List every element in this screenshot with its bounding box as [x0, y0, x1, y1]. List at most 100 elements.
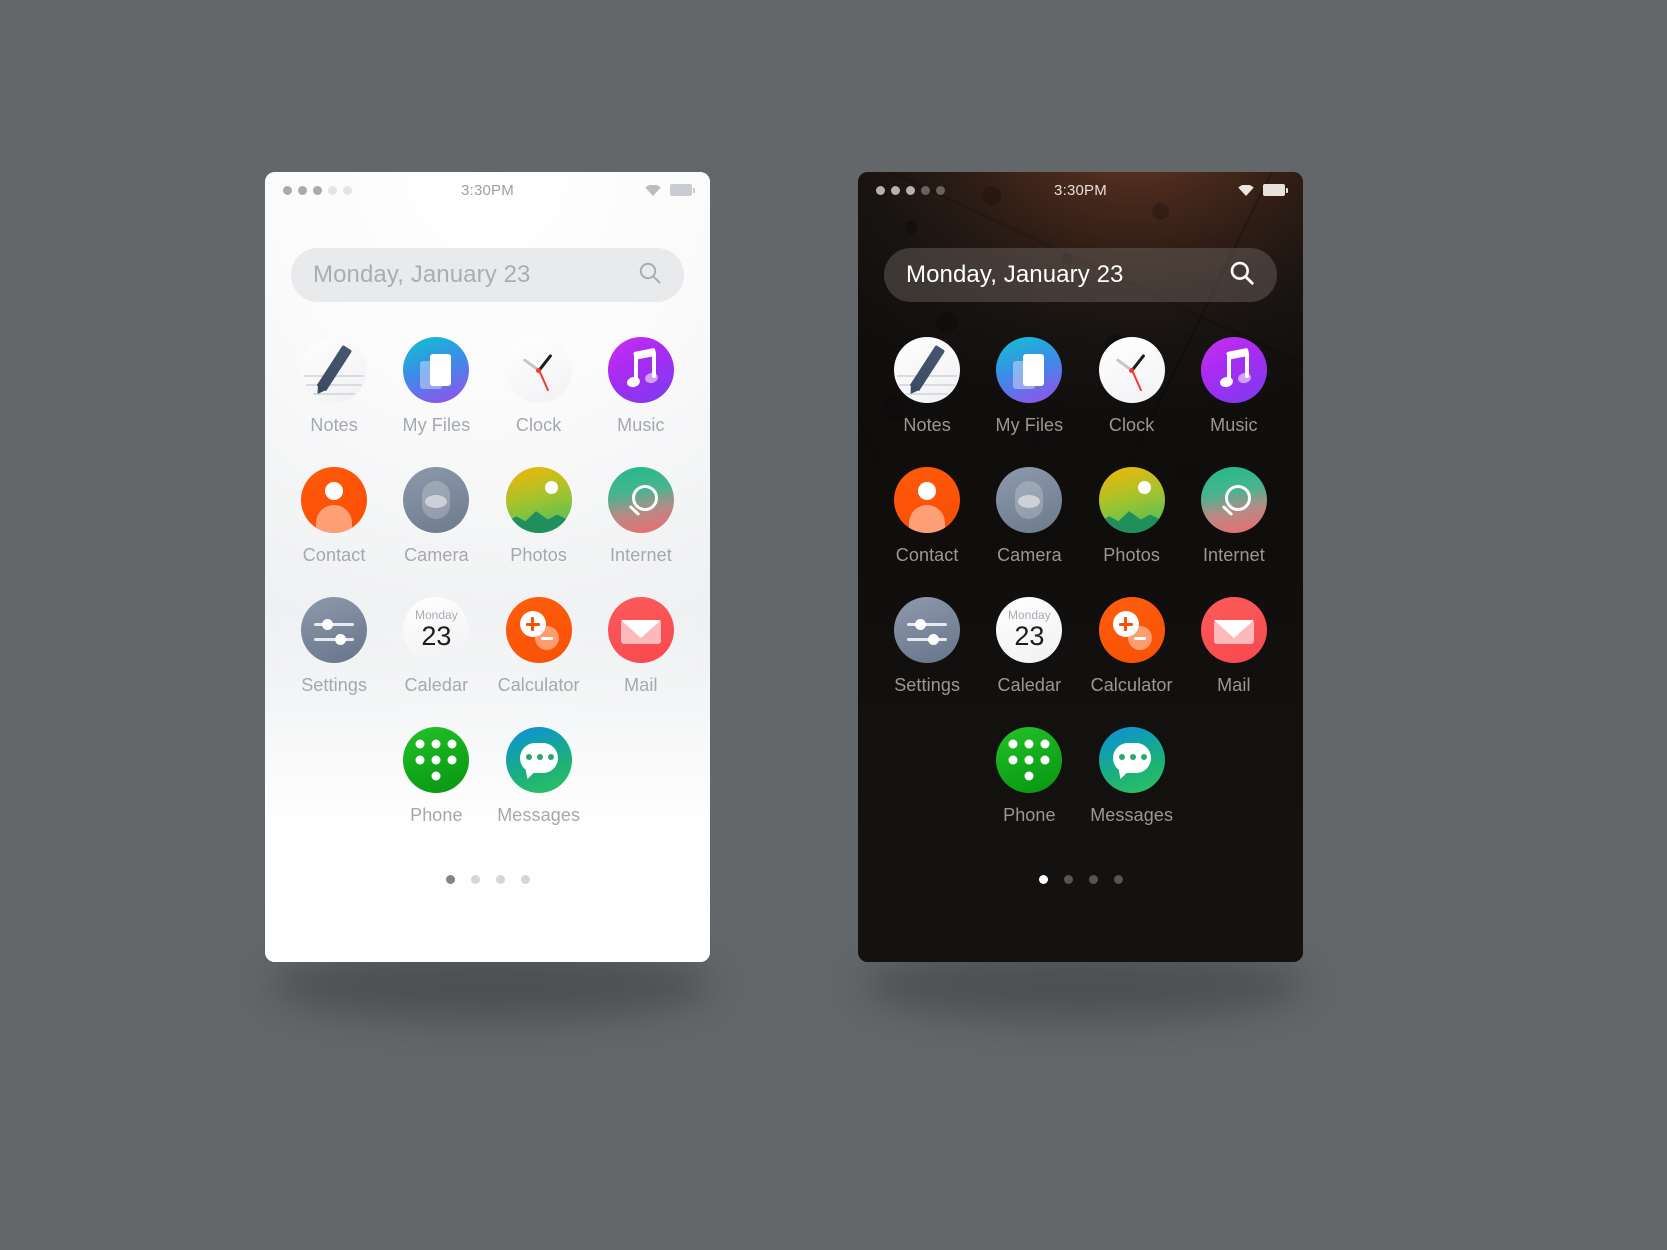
app-calculator[interactable]: Calculator	[1081, 597, 1183, 713]
app-calendar[interactable]: Monday 23 Caledar	[978, 597, 1080, 713]
app-calendar[interactable]: Monday 23 Caledar	[385, 597, 487, 713]
app-label: Calculator	[1090, 675, 1173, 695]
app-label: Settings	[894, 675, 961, 695]
app-music[interactable]: Music	[1183, 337, 1285, 453]
my-files-icon[interactable]	[996, 337, 1063, 403]
app-my-files[interactable]: My Files	[385, 337, 487, 453]
internet-icon[interactable]	[1200, 467, 1267, 533]
calendar-icon[interactable]: Monday 23	[403, 597, 470, 663]
clock-icon[interactable]	[1098, 337, 1165, 403]
calculator-icon[interactable]	[1098, 597, 1165, 663]
dark-app-grid: Notes My Files Clock Music Contact Camer…	[858, 337, 1303, 843]
dark-status-bar: 3:30PM	[858, 172, 1303, 208]
app-label: Phone	[410, 805, 463, 825]
music-icon[interactable]	[1200, 337, 1267, 403]
app-camera[interactable]: Camera	[978, 467, 1080, 583]
app-phone[interactable]: Phone	[385, 727, 487, 843]
photos-icon[interactable]	[1098, 467, 1165, 533]
app-label: My Files	[402, 415, 471, 435]
contact-icon[interactable]	[894, 467, 961, 533]
calculator-icon[interactable]	[505, 597, 572, 663]
app-label: Music	[617, 415, 665, 435]
page-dot-2[interactable]	[1063, 875, 1073, 884]
app-label: Notes	[310, 415, 358, 435]
app-my-files[interactable]: My Files	[978, 337, 1080, 453]
page-dot-1[interactable]	[1038, 875, 1048, 884]
screenshot-canvas: 3:30PM Monday, January 23 Notes My Files…	[0, 0, 1667, 1250]
clock-icon[interactable]	[505, 337, 572, 403]
app-settings[interactable]: Settings	[283, 597, 385, 713]
light-status-bar: 3:30PM	[265, 172, 710, 208]
search-input[interactable]: Monday, January 23	[313, 261, 530, 289]
internet-icon[interactable]	[607, 467, 674, 533]
mail-icon[interactable]	[1200, 597, 1267, 663]
settings-icon[interactable]	[894, 597, 961, 663]
dark-page-indicator[interactable]	[858, 875, 1303, 884]
app-contact[interactable]: Contact	[876, 467, 978, 583]
notes-icon[interactable]	[301, 337, 368, 403]
calendar-icon[interactable]: Monday 23	[996, 597, 1063, 663]
app-label: Photos	[1103, 545, 1160, 565]
app-label: Caledar	[404, 675, 469, 695]
app-label: Photos	[510, 545, 567, 565]
app-contact[interactable]: Contact	[283, 467, 385, 583]
camera-icon[interactable]	[403, 467, 470, 533]
app-label: Settings	[301, 675, 368, 695]
app-internet[interactable]: Internet	[590, 467, 692, 583]
page-dot-3[interactable]	[1088, 875, 1098, 884]
page-dot-3[interactable]	[495, 875, 505, 884]
app-messages[interactable]: Messages	[488, 727, 590, 843]
page-dot-4[interactable]	[1113, 875, 1123, 884]
messages-icon[interactable]	[505, 727, 572, 793]
app-music[interactable]: Music	[590, 337, 692, 453]
light-search-bar[interactable]: Monday, January 23	[291, 248, 684, 302]
dark-phone: 3:30PM Monday, January 23 Notes My Files…	[858, 172, 1303, 962]
photos-icon[interactable]	[505, 467, 572, 533]
search-icon[interactable]	[638, 261, 662, 290]
app-label: Messages	[1090, 805, 1174, 825]
app-label: Internet	[609, 545, 672, 565]
phone-icon[interactable]	[403, 727, 470, 793]
page-dot-4[interactable]	[520, 875, 530, 884]
app-label: Clock	[515, 415, 562, 435]
app-label: Internet	[1202, 545, 1265, 565]
light-app-grid: Notes My Files Clock Music Contact Camer…	[265, 337, 710, 843]
search-icon[interactable]	[1229, 260, 1255, 291]
dark-search-bar[interactable]: Monday, January 23	[884, 248, 1277, 302]
calendar-day: 23	[1014, 621, 1045, 651]
app-label: Clock	[1108, 415, 1155, 435]
contact-icon[interactable]	[301, 467, 368, 533]
settings-icon[interactable]	[301, 597, 368, 663]
page-dot-1[interactable]	[445, 875, 455, 884]
messages-icon[interactable]	[1098, 727, 1165, 793]
app-calculator[interactable]: Calculator	[488, 597, 590, 713]
app-notes[interactable]: Notes	[283, 337, 385, 453]
camera-icon[interactable]	[996, 467, 1063, 533]
mail-icon[interactable]	[607, 597, 674, 663]
app-clock[interactable]: Clock	[488, 337, 590, 453]
phone-icon[interactable]	[996, 727, 1063, 793]
app-camera[interactable]: Camera	[385, 467, 487, 583]
app-label: Contact	[895, 545, 959, 565]
app-label: Mail	[1217, 675, 1251, 695]
app-phone[interactable]: Phone	[978, 727, 1080, 843]
battery-icon	[670, 184, 695, 196]
calendar-weekday: Monday	[1008, 608, 1051, 622]
music-icon[interactable]	[607, 337, 674, 403]
battery-icon	[1263, 184, 1288, 196]
app-label: Music	[1210, 415, 1258, 435]
my-files-icon[interactable]	[403, 337, 470, 403]
app-photos[interactable]: Photos	[1081, 467, 1183, 583]
search-input[interactable]: Monday, January 23	[906, 261, 1123, 289]
app-mail[interactable]: Mail	[1183, 597, 1285, 713]
app-mail[interactable]: Mail	[590, 597, 692, 713]
app-messages[interactable]: Messages	[1081, 727, 1183, 843]
app-settings[interactable]: Settings	[876, 597, 978, 713]
app-internet[interactable]: Internet	[1183, 467, 1285, 583]
app-notes[interactable]: Notes	[876, 337, 978, 453]
notes-icon[interactable]	[894, 337, 961, 403]
page-dot-2[interactable]	[470, 875, 480, 884]
app-photos[interactable]: Photos	[488, 467, 590, 583]
app-clock[interactable]: Clock	[1081, 337, 1183, 453]
light-page-indicator[interactable]	[265, 875, 710, 884]
